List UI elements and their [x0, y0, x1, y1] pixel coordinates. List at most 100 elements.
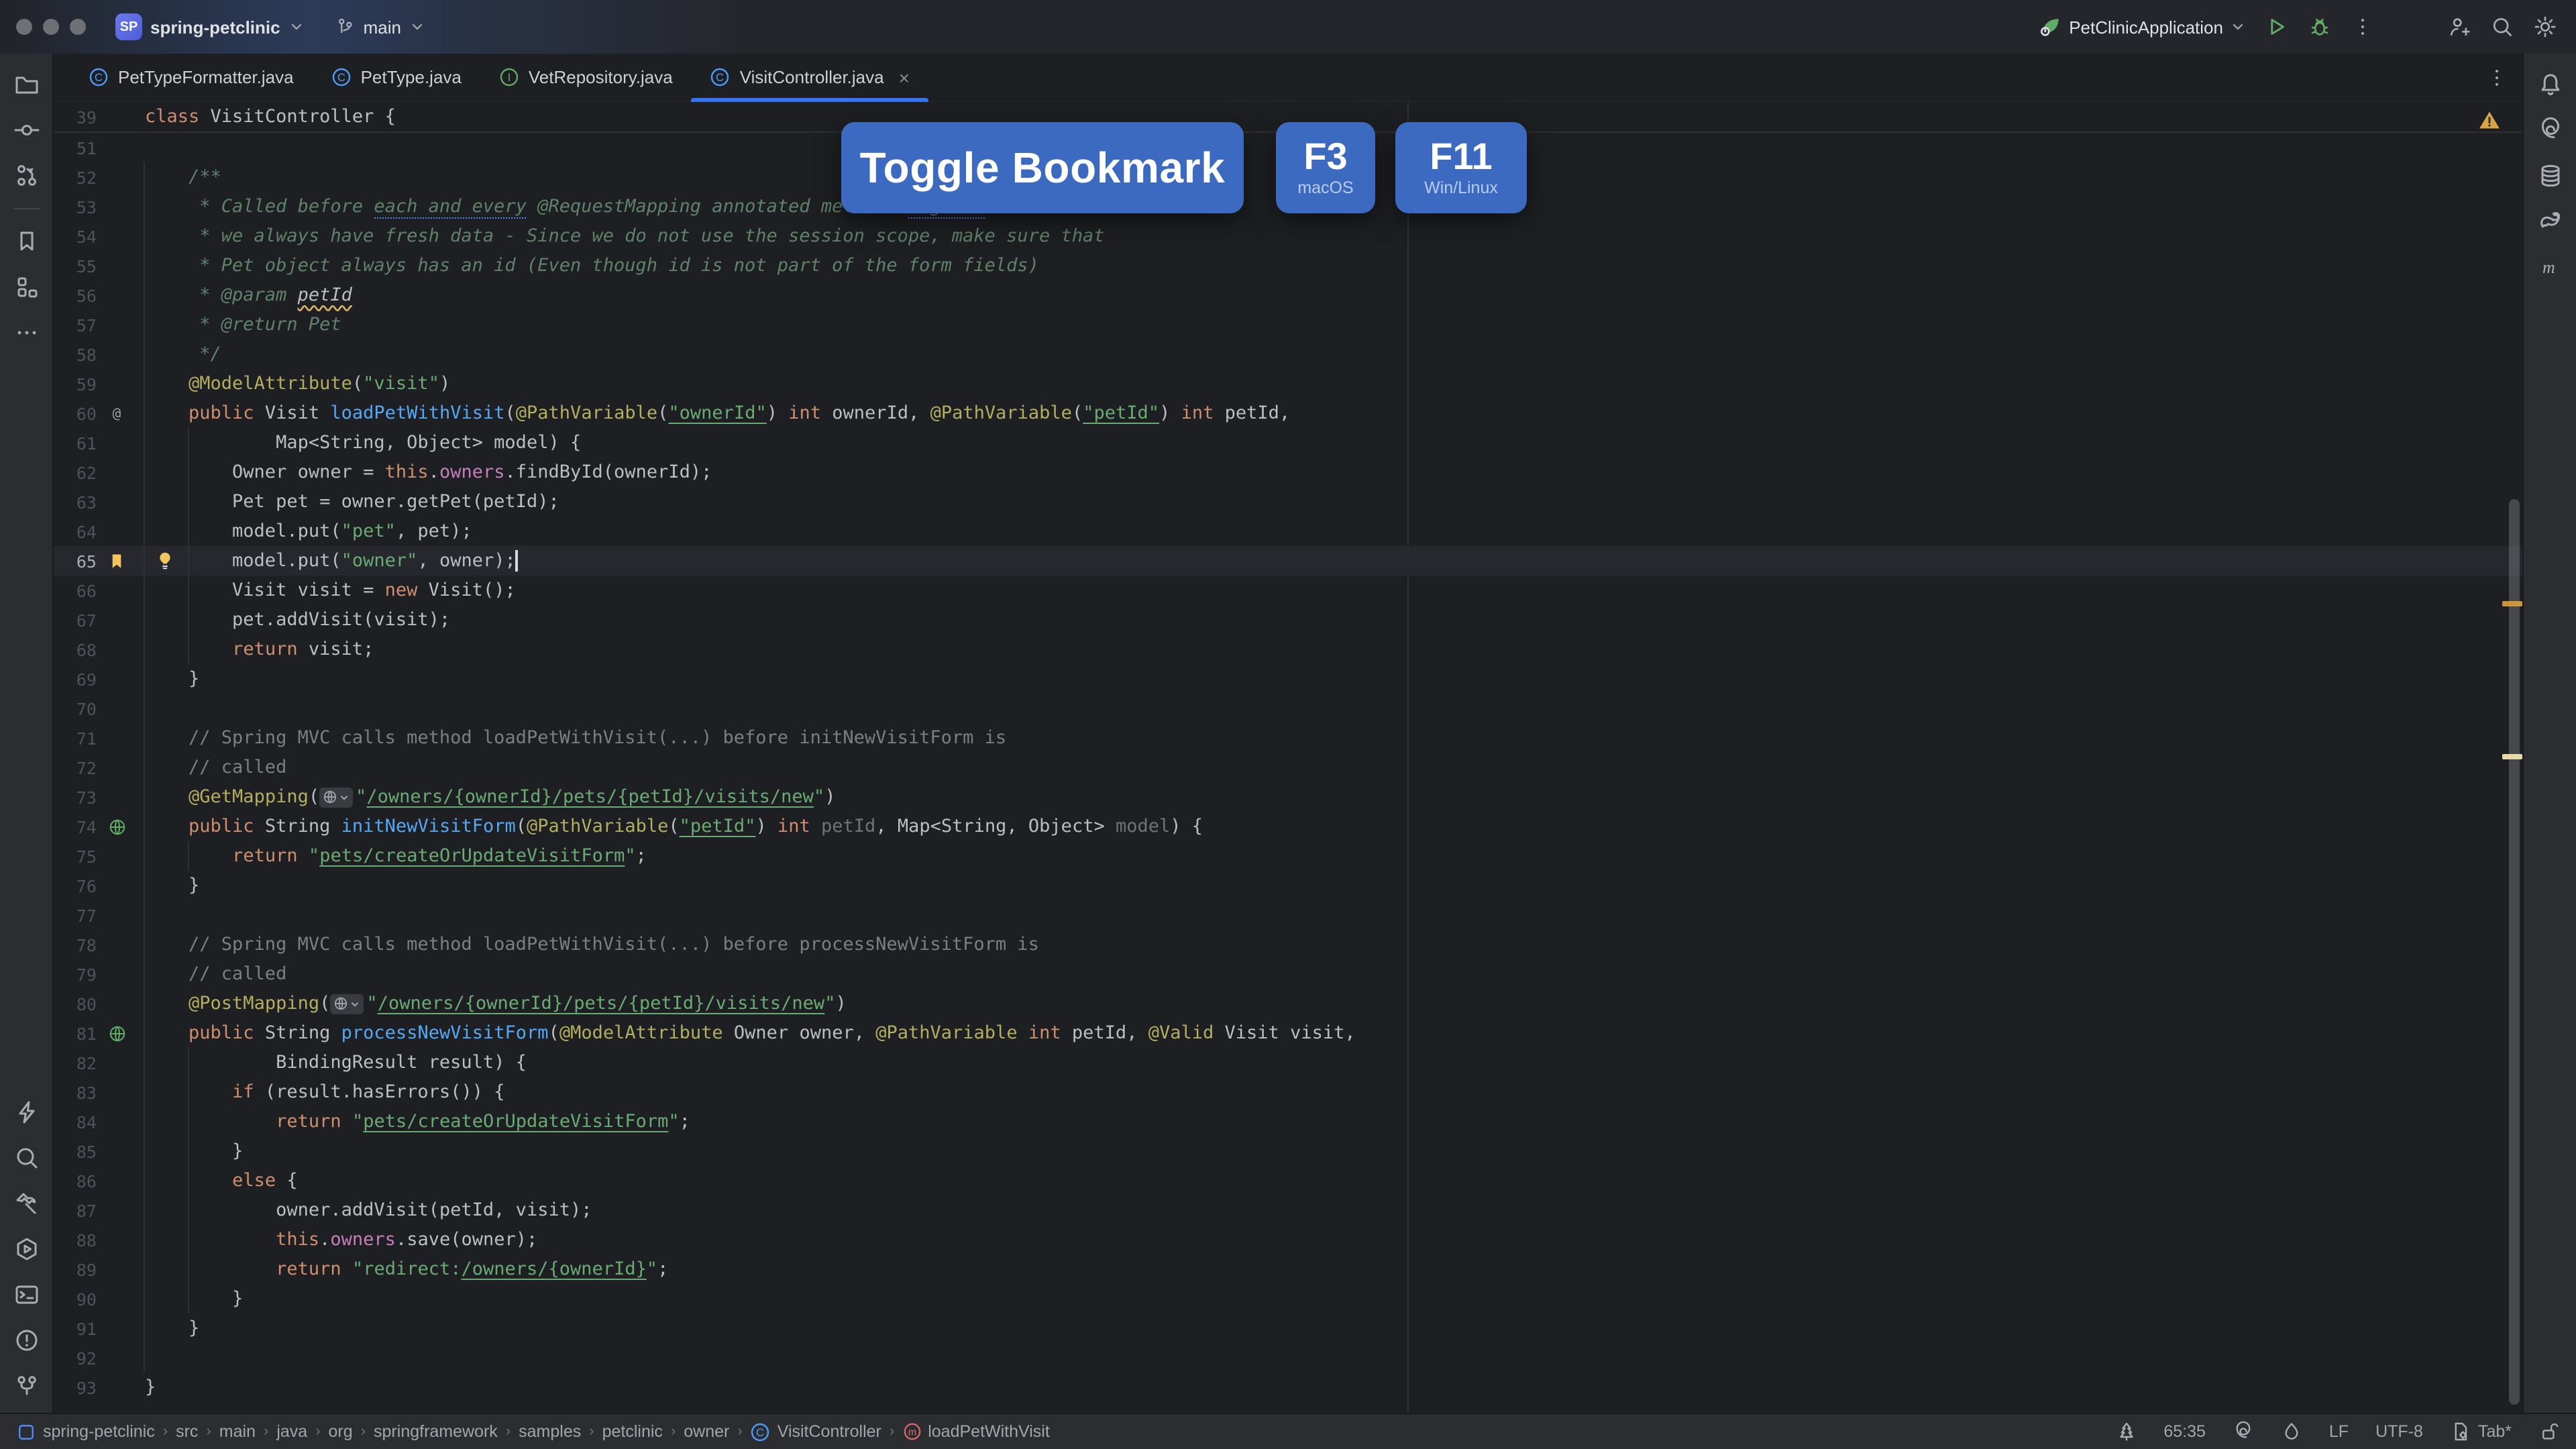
tool-window-button-endpoints-icon[interactable] [7, 1093, 45, 1131]
code-line-66[interactable]: 66 Visit visit = new Visit(); [54, 576, 2522, 605]
branch-widget[interactable]: main [334, 16, 425, 38]
code-line-75[interactable]: 75 return "pets/createOrUpdateVisitForm"… [54, 841, 2522, 871]
editor-scrollbar[interactable] [2509, 499, 2520, 1405]
code-editor[interactable]: 39class VisitController { 5152 /**53 * C… [54, 102, 2522, 1413]
tool-window-button-find-icon[interactable] [7, 1139, 45, 1177]
project-widget[interactable]: SP spring-petclinic [115, 13, 305, 40]
run-configuration-widget[interactable]: PetClinicApplication [2038, 15, 2246, 39]
breadcrumb-item-src[interactable]: src [176, 1422, 198, 1441]
bookmark-icon[interactable] [107, 551, 126, 571]
tool-window-button-ai-assistant-icon[interactable] [2531, 111, 2569, 149]
code-line-57[interactable]: 57 * @return Pet [54, 310, 2522, 339]
code-with-me-add-user-icon[interactable] [2447, 15, 2471, 39]
intention-bulb-icon[interactable] [156, 550, 174, 573]
breadcrumb-item-petclinic[interactable]: petclinic [602, 1422, 663, 1441]
code-line-89[interactable]: 89 return "redirect:/owners/{ownerId}"; [54, 1254, 2522, 1284]
code-line-61[interactable]: 61 Map<String, Object> model) { [54, 428, 2522, 458]
url-globe-chip-icon[interactable] [330, 994, 364, 1014]
status-widget-caret-position[interactable]: 65:35 [2163, 1422, 2206, 1441]
tool-window-button-project-folder-icon[interactable] [7, 66, 45, 103]
breadcrumb-item-spring-petclinic[interactable]: spring-petclinic [16, 1421, 155, 1442]
code-line-82[interactable]: 82 BindingResult result) { [54, 1048, 2522, 1077]
code-line-74[interactable]: 74 public String initNewVisitForm(@PathV… [54, 812, 2522, 841]
code-line-56[interactable]: 56 * @param petId [54, 280, 2522, 310]
url-mapping-gutter-icon[interactable] [107, 816, 127, 837]
tool-window-button-structure-icon[interactable] [7, 268, 45, 306]
code-line-58[interactable]: 58 */ [54, 339, 2522, 369]
settings-gear-icon[interactable] [2533, 15, 2557, 39]
tab-options-kebab-icon[interactable] [2485, 54, 2522, 101]
code-line-85[interactable]: 85 } [54, 1136, 2522, 1166]
code-line-88[interactable]: 88 this.owners.save(owner); [54, 1225, 2522, 1254]
code-line-54[interactable]: 54 * we always have fresh data - Since w… [54, 221, 2522, 251]
editor-tab-PetType.java[interactable]: CPetType.java [313, 54, 480, 101]
code-line-79[interactable]: 79 // called [54, 959, 2522, 989]
search-everywhere-icon[interactable] [2490, 15, 2514, 39]
tool-window-button-git-icon[interactable] [7, 1367, 45, 1405]
code-line-55[interactable]: 55 * Pet object always has an id (Even t… [54, 251, 2522, 280]
code-line-63[interactable]: 63 Pet pet = owner.getPet(petId); [54, 487, 2522, 517]
status-widget-indent-style[interactable]: Tab* [2450, 1421, 2512, 1442]
close-window-button[interactable] [16, 19, 32, 35]
breadcrumb-item-samples[interactable]: samples [519, 1422, 581, 1441]
tool-window-button-problems-icon[interactable] [7, 1322, 45, 1359]
zoom-window-button[interactable] [70, 19, 86, 35]
tool-window-button-notifications-bell-icon[interactable] [2531, 66, 2569, 103]
editor-tab-VetRepository.java[interactable]: IVetRepository.java [480, 54, 692, 101]
minimize-window-button[interactable] [43, 19, 59, 35]
code-line-92[interactable]: 92 [54, 1343, 2522, 1373]
inspections-warning-icon[interactable] [2478, 110, 2501, 130]
code-line-80[interactable]: 80 @PostMapping("/owners/{ownerId}/pets/… [54, 989, 2522, 1018]
window-controls[interactable] [16, 19, 86, 35]
tool-window-button-maven-icon[interactable]: m [2531, 248, 2569, 286]
code-line-86[interactable]: 86 else { [54, 1166, 2522, 1195]
status-widget-lock-open-icon[interactable] [2538, 1421, 2560, 1442]
code-line-71[interactable]: 71 // Spring MVC calls method loadPetWit… [54, 723, 2522, 753]
code-line-59[interactable]: 59 @ModelAttribute("visit") [54, 369, 2522, 398]
tool-window-button-commit-icon[interactable] [7, 111, 45, 149]
editor-tab-VisitController.java[interactable]: CVisitController.java× [692, 54, 928, 101]
editor-tab-PetTypeFormatter.java[interactable]: CPetTypeFormatter.java [70, 54, 313, 101]
code-line-64[interactable]: 64 model.put("pet", pet); [54, 517, 2522, 546]
code-line-87[interactable]: 87 owner.addVisit(petId, visit); [54, 1195, 2522, 1225]
breadcrumb-item-VisitController[interactable]: CVisitController [751, 1421, 881, 1442]
tool-window-button-build-icon[interactable] [7, 1185, 45, 1222]
url-globe-chip-icon[interactable] [319, 787, 353, 807]
status-widget-line-separator[interactable]: LF [2329, 1422, 2349, 1441]
code-line-93[interactable]: 93} [54, 1373, 2522, 1402]
code-line-72[interactable]: 72 // called [54, 753, 2522, 782]
status-widget-file-encoding[interactable]: UTF-8 [2375, 1422, 2423, 1441]
tool-window-button-database-icon[interactable] [2531, 157, 2569, 195]
code-line-91[interactable]: 91 } [54, 1313, 2522, 1343]
status-widget-tree-icon[interactable] [2115, 1421, 2137, 1442]
tool-window-button-pull-requests-icon[interactable] [7, 157, 45, 195]
breadcrumb-item-owner[interactable]: owner [684, 1422, 729, 1441]
tool-window-button-services-icon[interactable] [7, 1230, 45, 1268]
code-line-62[interactable]: 62 Owner owner = this.owners.findById(ow… [54, 458, 2522, 487]
code-line-77[interactable]: 77 [54, 900, 2522, 930]
more-actions-kebab-icon[interactable] [2351, 15, 2375, 39]
url-mapping-gutter-icon[interactable] [107, 1023, 127, 1043]
tool-window-button-bookmarks-icon[interactable] [7, 223, 45, 260]
annotation-gutter-icon[interactable]: @ [107, 404, 126, 423]
code-line-78[interactable]: 78 // Spring MVC calls method loadPetWit… [54, 930, 2522, 959]
status-widget-ai-spiral-icon[interactable] [2233, 1421, 2254, 1442]
code-line-68[interactable]: 68 return visit; [54, 635, 2522, 664]
debug-button[interactable] [2308, 15, 2332, 39]
code-line-83[interactable]: 83 if (result.hasErrors()) { [54, 1077, 2522, 1107]
code-line-60[interactable]: 60@ public Visit loadPetWithVisit(@PathV… [54, 398, 2522, 428]
code-line-76[interactable]: 76 } [54, 871, 2522, 900]
run-button[interactable] [2265, 15, 2289, 39]
tool-window-button-terminal-icon[interactable] [7, 1276, 45, 1313]
code-line-67[interactable]: 67 pet.addVisit(visit); [54, 605, 2522, 635]
tool-window-button-gradle-icon[interactable] [2531, 203, 2569, 240]
breadcrumb-item-java[interactable]: java [276, 1422, 307, 1441]
code-line-69[interactable]: 69 } [54, 664, 2522, 694]
tool-window-button-more-tool-windows-icon[interactable] [7, 314, 45, 352]
code-line-65[interactable]: 65 model.put("owner", owner); [54, 546, 2522, 576]
code-line-84[interactable]: 84 return "pets/createOrUpdateVisitForm"… [54, 1107, 2522, 1136]
code-line-73[interactable]: 73 @GetMapping("/owners/{ownerId}/pets/{… [54, 782, 2522, 812]
breadcrumb-item-org[interactable]: org [329, 1422, 353, 1441]
code-line-81[interactable]: 81 public String processNewVisitForm(@Mo… [54, 1018, 2522, 1048]
breadcrumb-item-loadPetWithVisit[interactable]: mloadPetWithVisit [902, 1422, 1050, 1441]
